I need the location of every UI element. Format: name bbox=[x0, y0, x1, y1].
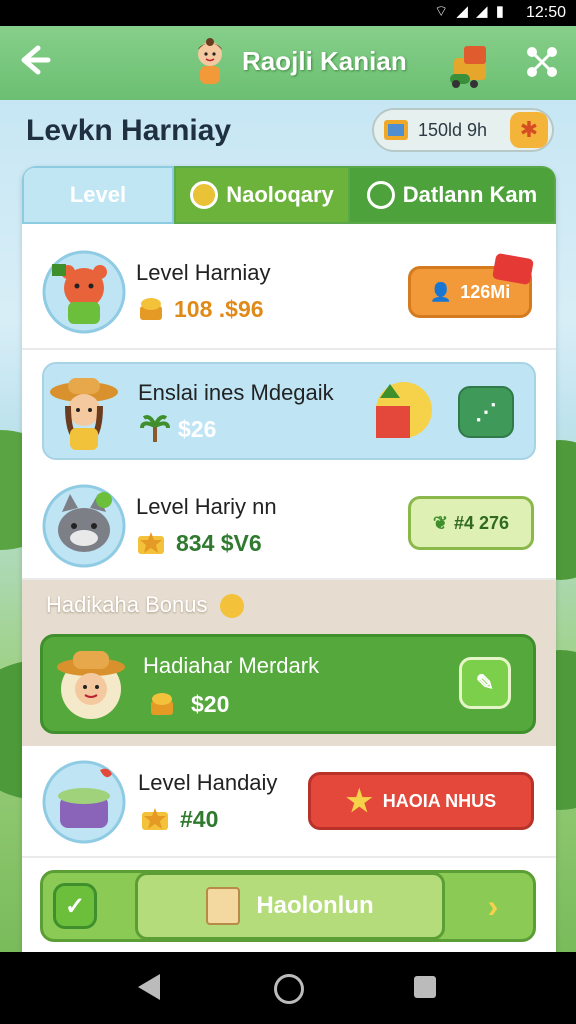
row-value: $26 bbox=[178, 416, 217, 442]
app-bar: Raojli Kanian bbox=[0, 26, 576, 100]
action-button[interactable]: ⋰ bbox=[458, 386, 514, 438]
main-action-label: Haolonlun bbox=[256, 892, 374, 919]
gift-icon[interactable] bbox=[448, 40, 496, 88]
share-icon[interactable] bbox=[522, 42, 562, 82]
bonus-button-label: HAOIA NHUS bbox=[382, 790, 497, 811]
checkbox-button[interactable]: ✓ bbox=[53, 883, 97, 929]
price-button[interactable]: ❦ #4 276 bbox=[408, 496, 534, 550]
row-value: #40 bbox=[180, 806, 219, 832]
app-title: Raojli Kanian bbox=[242, 46, 407, 76]
compass-icon bbox=[366, 181, 395, 209]
nav-recent-icon[interactable] bbox=[414, 976, 436, 998]
smile-coin-icon bbox=[219, 594, 244, 619]
system-nav-bar bbox=[0, 952, 576, 1024]
gold-star-icon bbox=[140, 804, 170, 832]
bottom-action-bar: ✓ Haolonlun › bbox=[40, 870, 536, 942]
tab-datlann-kam-label: Datlann Kam bbox=[402, 182, 538, 207]
list-item[interactable]: Enslai ines Mdegaik $26 ⋰ bbox=[42, 362, 536, 460]
bear-avatar-icon bbox=[42, 250, 126, 334]
scroll-icon bbox=[206, 887, 241, 925]
list-item[interactable]: Level Hariy nn 834 $V6 ❦ #4 276 bbox=[22, 470, 556, 580]
list-item[interactable]: Level Handaiy #40 ★ HAOIA NHUS bbox=[22, 746, 556, 858]
pencil-icon: ✎ bbox=[475, 670, 495, 695]
row-title: Level Harniay bbox=[136, 260, 271, 285]
tab-bar: Level Naoloqary Datlann Kam bbox=[22, 166, 556, 226]
cat-avatar-icon bbox=[42, 484, 126, 568]
tab-datlann-kam[interactable]: Datlann Kam bbox=[348, 166, 556, 224]
back-arrow-icon[interactable] bbox=[14, 40, 54, 80]
coin-stack-icon bbox=[136, 294, 166, 322]
next-button[interactable]: › bbox=[463, 883, 523, 929]
bonus-label-text: Hadikaha Bonus bbox=[46, 592, 208, 617]
coin-icon bbox=[190, 181, 219, 209]
row-title: Enslai ines Mdegaik bbox=[138, 380, 334, 405]
nav-home-icon[interactable] bbox=[274, 974, 304, 1004]
chest-icon bbox=[382, 116, 410, 144]
farmer-boy-avatar-icon bbox=[53, 643, 129, 723]
farmer-girl-avatar-icon bbox=[46, 372, 122, 452]
row-title: Level Hariy nn bbox=[136, 494, 277, 519]
star-icon: ★ bbox=[345, 784, 373, 818]
sparkle-icon: ⋰ bbox=[475, 399, 497, 424]
tab-naoloqary-label: Naoloqary bbox=[226, 182, 334, 207]
content-card: Level Naoloqary Datlann Kam Level Harnia… bbox=[22, 166, 556, 952]
user-icon: 👤 bbox=[429, 281, 453, 302]
row-value: $20 bbox=[191, 691, 230, 717]
time-pill[interactable]: 150ld 9h ✱ bbox=[372, 108, 554, 152]
list-item[interactable]: Level Harniay 108 .$96 👤 126Mi bbox=[22, 226, 556, 350]
tab-level[interactable]: Level bbox=[22, 166, 174, 224]
list-item[interactable]: Hadiahar Merdark $20 ✎ bbox=[40, 634, 536, 734]
palm-tree-icon bbox=[140, 414, 170, 442]
tab-naoloqary[interactable]: Naoloqary bbox=[174, 166, 350, 224]
status-bar: ⌔ ◢ ◢ ▮ 12:50 bbox=[0, 0, 576, 26]
edit-button[interactable]: ✎ bbox=[459, 657, 511, 709]
purchase-button-label: 126Mi bbox=[460, 281, 511, 302]
row-value: 834 $V6 bbox=[176, 530, 262, 556]
bonus-label: Hadikaha Bonus bbox=[46, 592, 244, 619]
row-title: Level Handaiy bbox=[138, 770, 278, 795]
nav-back-icon[interactable] bbox=[138, 974, 160, 1000]
status-icons: ⌔ ◢ ◢ ▮ bbox=[434, 3, 506, 20]
row-title: Hadiahar Merdark bbox=[143, 653, 320, 678]
gift-box-icon bbox=[364, 376, 434, 446]
gold-star-icon bbox=[136, 528, 166, 556]
avatar bbox=[190, 36, 230, 88]
boost-icon[interactable]: ✱ bbox=[510, 112, 548, 148]
chevron-right-icon: › bbox=[487, 887, 499, 924]
check-icon: ✓ bbox=[64, 892, 86, 920]
timer-text: 150ld 9h bbox=[418, 120, 488, 140]
main-action-button[interactable]: Haolonlun bbox=[135, 872, 445, 940]
page-title: Levkn Harniay bbox=[26, 114, 232, 147]
coin-stack-icon bbox=[147, 689, 177, 717]
pot-avatar-icon bbox=[42, 760, 126, 844]
row-value: 108 .$96 bbox=[174, 296, 264, 322]
price-button-label: #4 276 bbox=[454, 512, 510, 533]
bonus-button[interactable]: ★ HAOIA NHUS bbox=[308, 772, 534, 830]
leaf-icon: ❦ bbox=[432, 512, 449, 533]
tab-level-label: Level bbox=[69, 182, 127, 207]
status-time: 12:50 bbox=[525, 4, 566, 21]
